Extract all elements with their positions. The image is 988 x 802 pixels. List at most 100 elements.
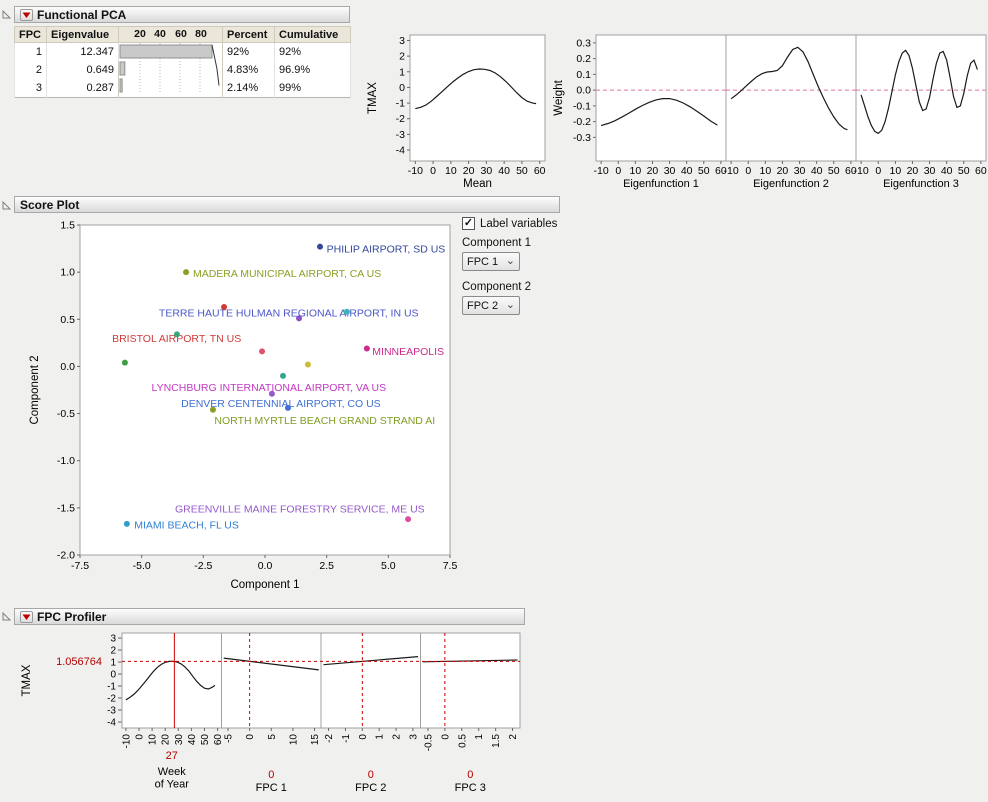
svg-text:40: 40: [681, 165, 693, 177]
component1-selected-value: FPC 1: [467, 256, 498, 268]
svg-text:0: 0: [615, 165, 621, 177]
svg-text:-2: -2: [396, 113, 405, 125]
profiler-section-header[interactable]: FPC Profiler: [14, 608, 525, 625]
svg-text:-3: -3: [396, 129, 405, 141]
svg-text:0: 0: [368, 769, 374, 781]
disclosure-triangle-profiler[interactable]: [2, 611, 12, 621]
svg-text:3: 3: [399, 35, 405, 47]
fpc-cell: 3: [15, 79, 47, 97]
svg-text:0: 0: [110, 670, 116, 681]
checkmark-icon: ✓: [464, 218, 473, 229]
svg-text:10: 10: [889, 165, 901, 177]
chevron-down-icon: ⌄: [506, 302, 515, 309]
svg-text:2: 2: [110, 646, 116, 657]
component2-selected-value: FPC 2: [467, 300, 498, 312]
svg-text:10: 10: [759, 165, 771, 177]
score-point[interactable]: [174, 331, 180, 337]
svg-text:30: 30: [664, 165, 676, 177]
score-point[interactable]: [269, 391, 275, 397]
svg-text:TMAX: TMAX: [367, 82, 379, 114]
col-header-fpc: FPC: [15, 27, 47, 43]
svg-text:20: 20: [463, 165, 475, 177]
mean-function-plot: 3210-1-2-3-4-100102030405060MeanTMAX: [360, 24, 555, 192]
score-point[interactable]: [280, 373, 286, 379]
svg-text:Eigenfunction 2: Eigenfunction 2: [753, 178, 829, 190]
fpc-profiler-canvas[interactable]: 3210-1-2-3-4TMAX1.056764-100102030405060…: [14, 628, 534, 800]
score-point[interactable]: [122, 360, 128, 366]
svg-text:FPC 1: FPC 1: [256, 782, 287, 794]
score-point[interactable]: [344, 309, 350, 315]
component1-label: Component 1: [462, 237, 592, 249]
svg-text:1: 1: [474, 734, 485, 740]
score-point[interactable]: [305, 362, 311, 368]
svg-text:0: 0: [745, 165, 751, 177]
svg-text:-0.1: -0.1: [573, 100, 591, 112]
svg-text:-0.5: -0.5: [423, 734, 434, 752]
score-point[interactable]: [124, 521, 130, 527]
label-variables-checkbox[interactable]: ✓: [462, 217, 475, 230]
svg-text:10: 10: [629, 165, 641, 177]
svg-text:0.1: 0.1: [576, 69, 591, 81]
fpca-section-header[interactable]: Functional PCA: [14, 6, 350, 23]
component2-label: Component 2: [462, 281, 592, 293]
svg-text:20: 20: [907, 165, 919, 177]
svg-text:27: 27: [166, 750, 178, 762]
svg-text:0.5: 0.5: [60, 314, 75, 326]
table-row[interactable]: 1 12.347 92% 92%: [15, 43, 351, 61]
score-point[interactable]: [183, 269, 189, 275]
score-point[interactable]: [405, 516, 411, 522]
score-point[interactable]: [285, 405, 291, 411]
score-point[interactable]: [210, 407, 216, 413]
svg-text:3: 3: [408, 734, 419, 740]
open-disclosure-icon: [2, 9, 12, 19]
col-header-bar-axis: 20 40 60 80: [119, 27, 223, 43]
svg-text:-2: -2: [324, 734, 335, 743]
score-plot-section-header[interactable]: Score Plot: [14, 196, 560, 213]
svg-text:FPC 2: FPC 2: [355, 782, 386, 794]
score-point[interactable]: [221, 304, 227, 310]
svg-text:-10: -10: [724, 165, 739, 177]
score-point-label: MINNEAPOLIS: [372, 346, 444, 358]
red-triangle-menu-button[interactable]: [20, 9, 33, 21]
score-point[interactable]: [259, 348, 265, 354]
red-triangle-menu-button[interactable]: [20, 611, 33, 623]
label-variables-control[interactable]: ✓ Label variables: [462, 217, 592, 230]
percent-cell: 92%: [223, 43, 275, 61]
score-plot-section-title: Score Plot: [20, 198, 79, 212]
svg-text:0.0: 0.0: [576, 85, 591, 97]
bar-axis-80: 80: [195, 28, 207, 40]
score-point[interactable]: [296, 315, 302, 321]
svg-text:0.0: 0.0: [60, 361, 75, 373]
svg-text:Week: Week: [158, 766, 186, 778]
disclosure-triangle-score[interactable]: [2, 200, 12, 210]
score-plot-canvas[interactable]: 1.51.00.50.0-0.5-1.0-1.5-2.0-7.5-5.0-2.5…: [18, 214, 468, 599]
svg-text:1: 1: [110, 658, 116, 669]
col-header-cumulative: Cumulative: [275, 27, 351, 43]
svg-text:1.056764: 1.056764: [56, 656, 102, 668]
svg-text:-10: -10: [594, 165, 609, 177]
svg-text:5.0: 5.0: [381, 560, 396, 572]
svg-text:-1: -1: [396, 98, 405, 110]
score-point[interactable]: [317, 244, 323, 250]
score-point-label: MIAMI BEACH, FL US: [134, 520, 239, 532]
score-point[interactable]: [364, 346, 370, 352]
percent-cell: 4.83%: [223, 61, 275, 79]
disclosure-triangle-fpca[interactable]: [2, 9, 12, 19]
svg-text:3: 3: [110, 634, 116, 645]
svg-text:0.3: 0.3: [576, 37, 591, 49]
svg-text:10: 10: [288, 734, 299, 746]
svg-text:-4: -4: [107, 718, 116, 729]
score-plot-controls: ✓ Label variables Component 1 FPC 1 ⌄ Co…: [462, 217, 592, 325]
score-point-label: MADERA MUNICIPAL AIRPORT, CA US: [193, 268, 381, 280]
col-header-eigenvalue: Eigenvalue: [47, 27, 119, 43]
svg-text:10: 10: [148, 734, 159, 746]
component1-select[interactable]: FPC 1 ⌄: [462, 252, 520, 271]
fpc-cell: 2: [15, 61, 47, 79]
fpca-section-title: Functional PCA: [37, 8, 126, 22]
red-triangle-icon: [22, 11, 31, 19]
svg-text:2: 2: [399, 51, 405, 63]
svg-text:50: 50: [958, 165, 970, 177]
component2-select[interactable]: FPC 2 ⌄: [462, 296, 520, 315]
svg-text:2: 2: [508, 734, 519, 740]
svg-text:Component 1: Component 1: [230, 579, 299, 591]
